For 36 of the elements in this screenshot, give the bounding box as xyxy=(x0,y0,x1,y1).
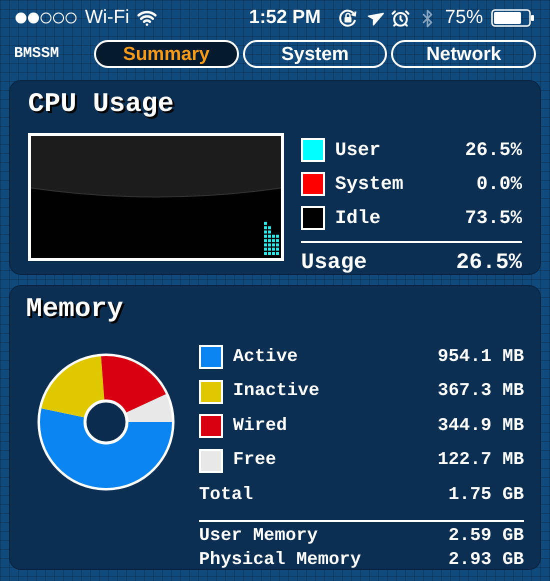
signal-strength-icon xyxy=(15,12,77,24)
legend-value: 0.0% xyxy=(476,172,522,197)
legend-label: User xyxy=(335,138,381,163)
legend-label: Inactive xyxy=(233,380,320,404)
memory-stat-label: Physical Memory xyxy=(199,548,362,572)
tab[interactable]: Summary xyxy=(94,40,239,68)
tab[interactable]: System xyxy=(242,40,388,68)
legend-label: System xyxy=(335,172,404,197)
memory-stat-value: 2.59 GB xyxy=(448,524,524,548)
memory-stat-value: 2.93 GB xyxy=(448,548,524,572)
wifi-icon xyxy=(137,8,158,28)
total-label: Total xyxy=(199,484,254,506)
legend-value: 954.1 MB xyxy=(438,346,524,369)
usage-label: Usage xyxy=(301,248,368,276)
carrier-label: Wi-Fi xyxy=(85,6,130,30)
legend-value: 26.5% xyxy=(464,138,522,163)
clock-time: 1:52 PM xyxy=(249,6,321,30)
legend-label: Free xyxy=(233,449,276,472)
panel-title: Memory xyxy=(26,294,124,327)
legend-value: 367.3 MB xyxy=(438,380,524,404)
memory-stat-label: User Memory xyxy=(199,524,318,548)
legend-value: 344.9 MB xyxy=(438,414,524,438)
legend-value: 73.5% xyxy=(464,206,522,231)
legend-label: Wired xyxy=(233,414,288,438)
legend-label: Active xyxy=(233,346,298,369)
legend-value: 122.7 MB xyxy=(438,449,524,472)
alarm-clock-icon xyxy=(390,8,410,28)
battery-icon xyxy=(491,9,535,27)
usage-value: 26.5% xyxy=(456,248,522,276)
app-title: BMSSM xyxy=(14,44,60,64)
panel-title: CPU Usage xyxy=(28,89,175,122)
legend-label: Idle xyxy=(335,206,381,231)
battery-percentage: 75% xyxy=(444,6,483,30)
tab[interactable]: Network xyxy=(391,40,536,68)
rotation-lock-icon xyxy=(338,8,358,28)
total-value: 1.75 GB xyxy=(448,484,524,506)
